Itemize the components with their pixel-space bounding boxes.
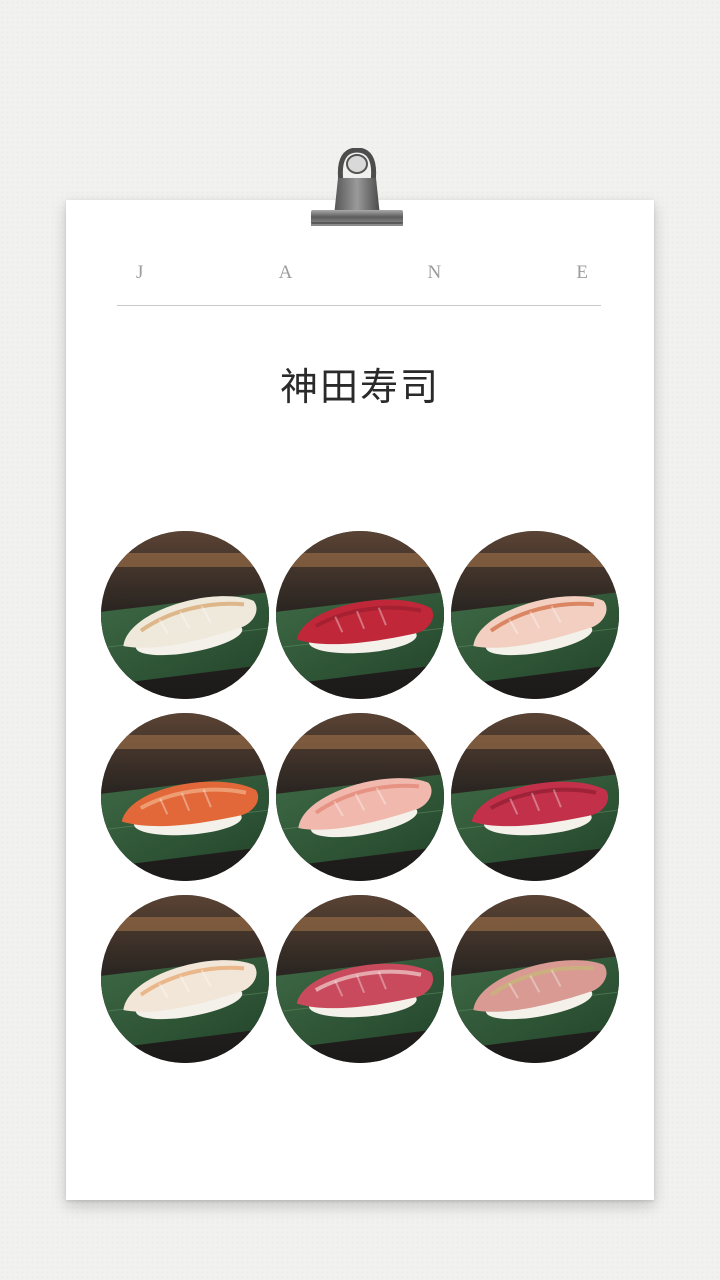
brand-letter: E bbox=[576, 262, 588, 283]
sushi-photo-sweet-shrimp[interactable] bbox=[276, 713, 444, 881]
binder-clip-icon bbox=[311, 148, 403, 226]
brand-letter: N bbox=[427, 262, 442, 283]
sushi-photo-seared-white-fish[interactable] bbox=[101, 895, 269, 1063]
sushi-photo-tuna-chutoro[interactable] bbox=[451, 713, 619, 881]
brand-wordmark: J A N E bbox=[136, 262, 588, 284]
page-title: 神田寿司 bbox=[279, 365, 440, 409]
sushi-photo-toro[interactable] bbox=[276, 895, 444, 1063]
sushi-photo-seared-kinmedai[interactable] bbox=[451, 531, 619, 699]
sushi-photo-crab[interactable] bbox=[101, 713, 269, 881]
sushi-photo-aji[interactable] bbox=[451, 895, 619, 1063]
brand-letter: J bbox=[136, 262, 144, 283]
sushi-photo-grid bbox=[101, 531, 619, 1063]
sushi-photo-white-fish[interactable] bbox=[101, 531, 269, 699]
sushi-photo-tuna-akami[interactable] bbox=[276, 531, 444, 699]
header-divider bbox=[117, 305, 601, 306]
brand-letter: A bbox=[278, 262, 293, 283]
